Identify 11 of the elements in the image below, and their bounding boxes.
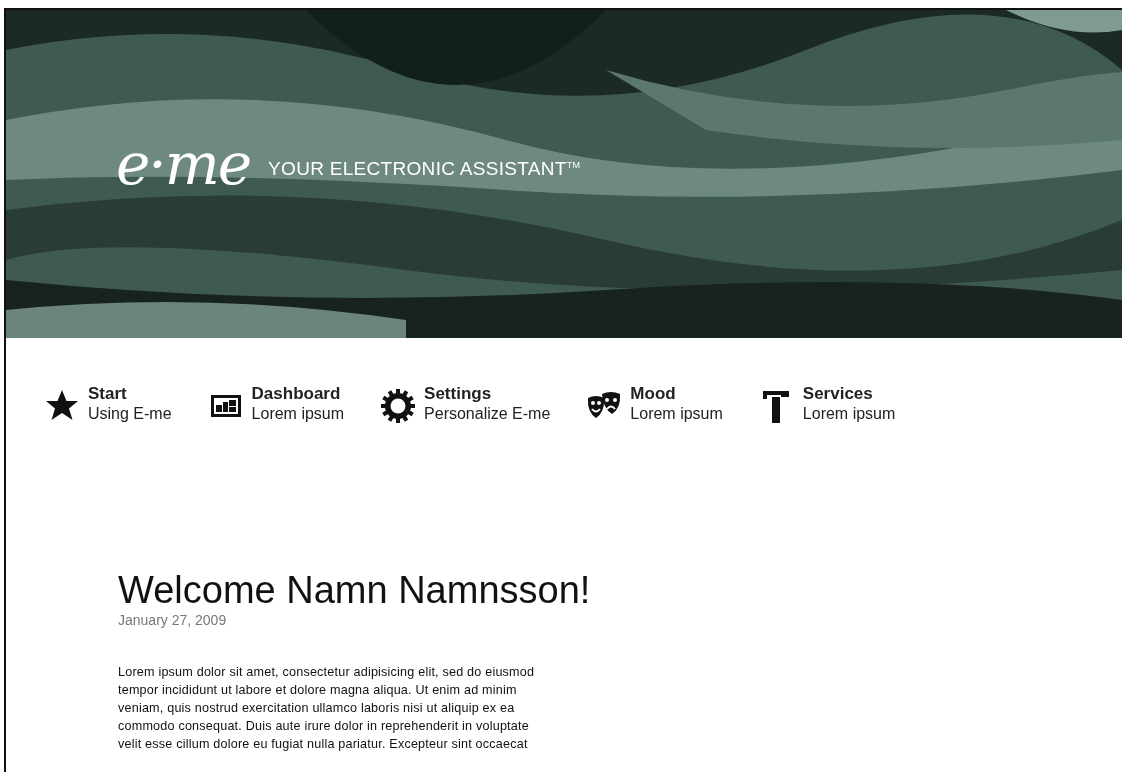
logo: e·me	[116, 135, 251, 193]
nav-link[interactable]: Services Lorem ipsum	[758, 384, 896, 424]
welcome-heading: Welcome Namn Namnsson!	[118, 570, 592, 610]
nav-link[interactable]: Settings Personalize E-me	[380, 384, 551, 424]
tagline: YOUR ELECTRONIC ASSISTANT$^{TM}$	[268, 158, 581, 180]
gear-icon	[380, 388, 417, 424]
nav-link[interactable]: Start Using E-me	[44, 384, 172, 424]
date: January 27, 2009	[118, 612, 228, 628]
nav-link[interactable]: Mood Lorem ipsum	[586, 384, 723, 424]
body-paragraph: Lorem ipsum dolor sit amet, consectetur adipisicing elit, sed do eiusmod tempor incididunt ut labore et dolore magna aliqua. Ut enim ad minim veniam, quis nostrud exercitation ullamco laboris nisi ut aliquip ex ea commodo consequat. Duis aute irure dolor in reprehenderit in voluptate velit esse cillum dolore eu fugiat nulla pariatur. Excepteur sint occaecat	[118, 664, 536, 753]
nav-link[interactable]: Dashboard Lorem ipsum	[207, 384, 345, 424]
